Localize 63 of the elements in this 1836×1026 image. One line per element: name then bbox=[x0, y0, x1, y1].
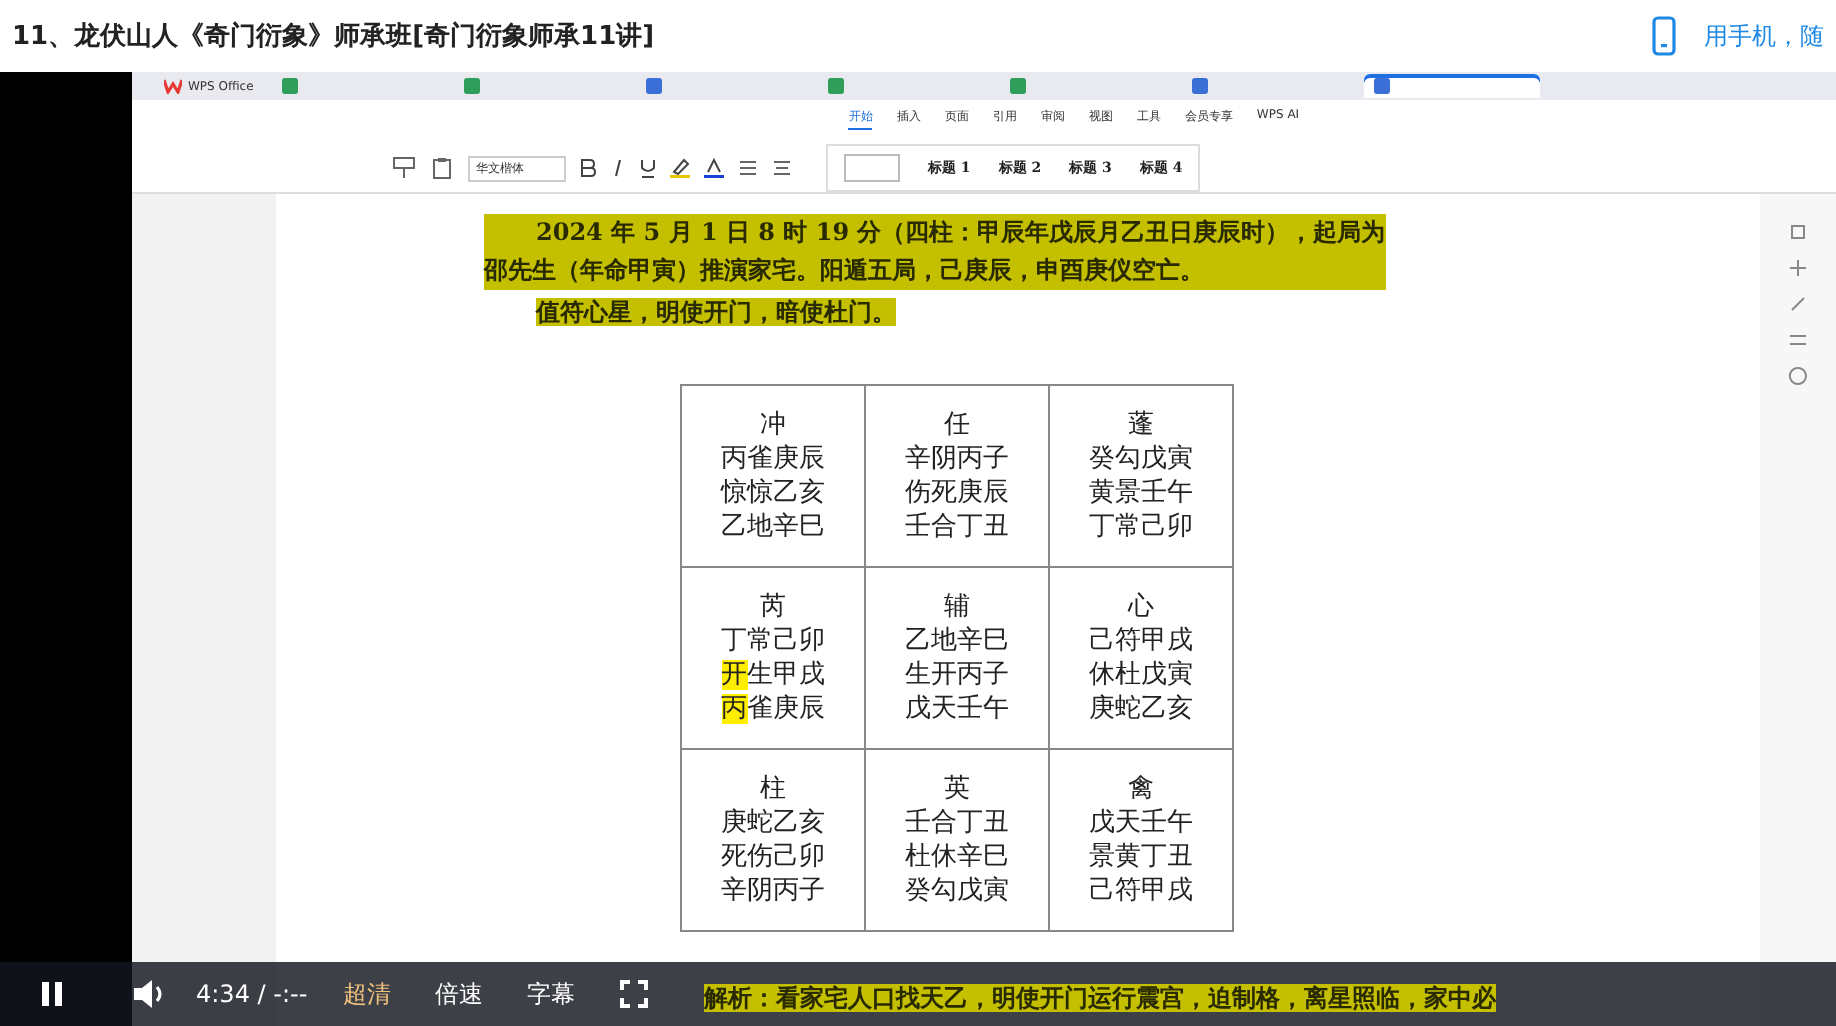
cell-text: 死伤己卯 bbox=[721, 840, 825, 874]
cell-text: 丁常己卯 bbox=[721, 624, 825, 658]
star-name: 任 bbox=[944, 408, 970, 442]
cell-text: 景黄丁丑 bbox=[1089, 840, 1193, 874]
quality-button[interactable]: 超清 bbox=[335, 977, 400, 1011]
highlighter-icon[interactable] bbox=[670, 158, 690, 178]
phone-link[interactable]: 用手机，随 bbox=[1704, 19, 1824, 53]
cell-text: 伤死庚辰 bbox=[905, 476, 1009, 510]
phone-icon[interactable] bbox=[1652, 16, 1676, 56]
cell-text: 杜休辛巳 bbox=[905, 840, 1009, 874]
cell-text: 己符甲戌 bbox=[1089, 624, 1193, 658]
page-title: 11、龙伏山人《奇门衍象》师承班[奇门衍象师承11讲] bbox=[12, 19, 655, 54]
align-icon[interactable] bbox=[772, 158, 792, 178]
document-tab[interactable] bbox=[1363, 74, 1540, 98]
cell-text: 庚蛇乙亥 bbox=[721, 806, 825, 840]
cell-text: 乙地辛巳 bbox=[905, 624, 1009, 658]
cell-text: 壬合丁丑 bbox=[905, 806, 1009, 840]
font-color-icon[interactable] bbox=[704, 158, 724, 178]
panel-tool-icon[interactable] bbox=[1788, 330, 1808, 350]
cell-text: 戊天壬午 bbox=[1089, 806, 1193, 840]
cell-text: 庚蛇乙亥 bbox=[1089, 692, 1193, 726]
document-paragraph: 值符心星，明使开门，暗使杜门。 bbox=[536, 298, 896, 326]
format-painter-icon[interactable] bbox=[392, 156, 416, 180]
cell-text: 癸勾戊寅 bbox=[1089, 442, 1193, 476]
fullscreen-icon[interactable] bbox=[619, 980, 648, 1008]
cell-text: 丁常己卯 bbox=[1089, 510, 1193, 544]
star-name: 蓬 bbox=[1128, 408, 1154, 442]
cell-text: 壬合丁丑 bbox=[905, 510, 1009, 544]
list-icon[interactable] bbox=[738, 158, 758, 178]
panel-tool-icon[interactable] bbox=[1788, 258, 1808, 278]
paste-icon[interactable] bbox=[430, 156, 454, 180]
speed-button[interactable]: 倍速 bbox=[427, 977, 492, 1011]
cell-text: 己符甲戌 bbox=[1089, 874, 1193, 908]
panel-tool-icon[interactable] bbox=[1788, 294, 1808, 314]
cell-text: 辛阴丙子 bbox=[721, 874, 825, 908]
cell-text: 生开丙子 bbox=[905, 658, 1009, 692]
star-name: 英 bbox=[944, 772, 970, 806]
star-name: 冲 bbox=[760, 408, 786, 442]
cell-text: 癸勾戊寅 bbox=[905, 874, 1009, 908]
star-name: 辅 bbox=[944, 590, 970, 624]
italic-icon[interactable] bbox=[610, 158, 626, 178]
star-name: 心 bbox=[1128, 590, 1154, 624]
analysis-text: 解析：看家宅人口找天乙，明使开门运行震宫，迫制格，离星照临，家中必 bbox=[704, 984, 1496, 1012]
wps-logo-icon bbox=[164, 78, 182, 94]
cell-text: 辛阴丙子 bbox=[905, 442, 1009, 476]
star-name: 禽 bbox=[1128, 772, 1154, 806]
cell-text: 戊天壬午 bbox=[905, 692, 1009, 726]
star-name: 芮 bbox=[760, 590, 786, 624]
panel-tool-icon[interactable] bbox=[1788, 366, 1808, 386]
cell-text: 黄景壬午 bbox=[1089, 476, 1193, 510]
cell-text: 丙雀庚辰 bbox=[721, 442, 825, 476]
volume-icon[interactable] bbox=[132, 978, 168, 1010]
pause-icon[interactable] bbox=[40, 980, 64, 1008]
cell-text: 休杜戊寅 bbox=[1089, 658, 1193, 692]
underline-icon[interactable] bbox=[640, 158, 656, 178]
cell-text: 惊惊乙亥 bbox=[721, 476, 825, 510]
bold-icon[interactable] bbox=[580, 158, 596, 178]
star-name: 柱 bbox=[760, 772, 786, 806]
playback-time: 4:34 / -:-- bbox=[196, 980, 308, 1008]
panel-tool-icon[interactable] bbox=[1788, 222, 1808, 242]
document-paragraph: 2024 年 5 月 1 日 8 时 19 分（四柱：甲辰年戊辰月乙丑日庚辰时），起局为 邵先生（年命甲寅）推演家宅。阳遁五局，己庚辰，申酉庚仪空亡。 bbox=[484, 214, 1386, 290]
cell-text: 乙地辛巳 bbox=[721, 510, 825, 544]
subtitles-button[interactable]: 字幕 bbox=[519, 977, 584, 1011]
